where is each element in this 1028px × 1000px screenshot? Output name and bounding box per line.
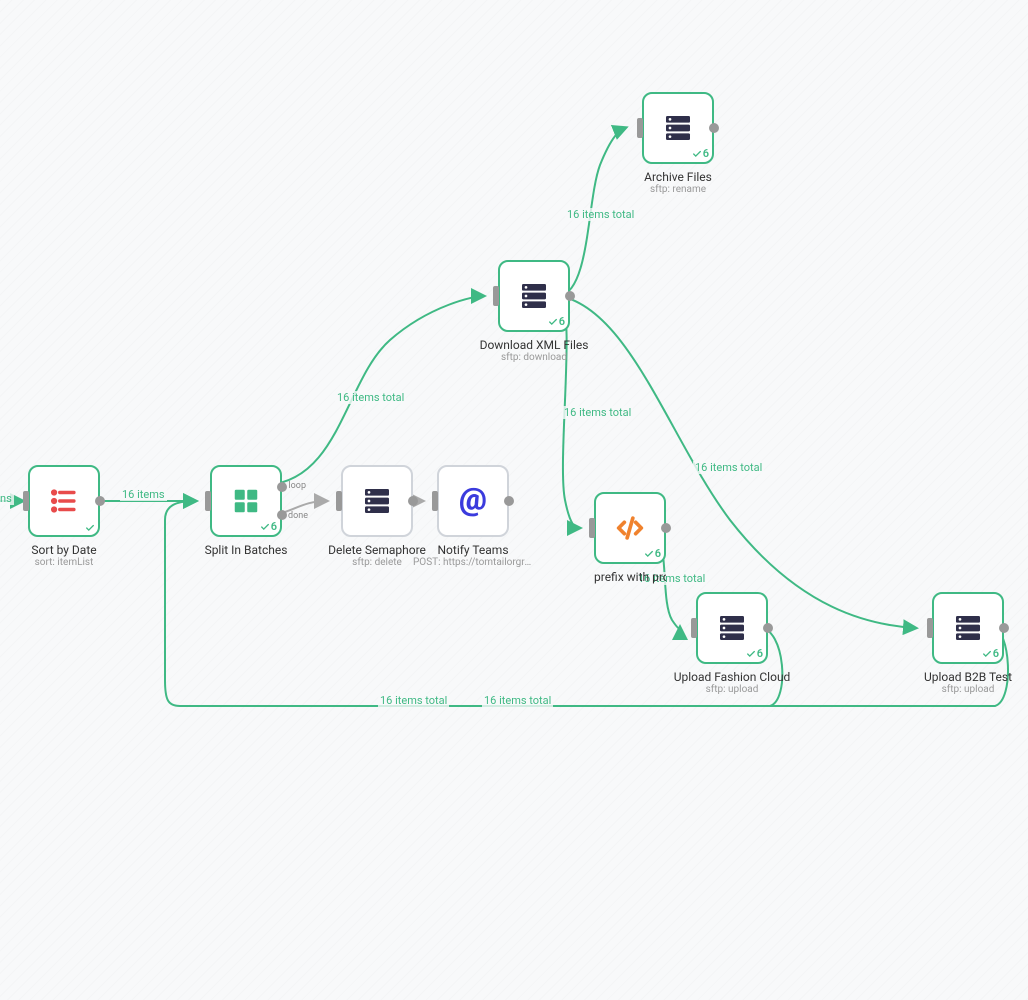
output-port[interactable]: [95, 496, 105, 506]
edge-label: 16 items total: [378, 694, 449, 707]
node-sort-by-date[interactable]: Sort by Date sort: itemList: [14, 465, 114, 568]
node-split-in-batches[interactable]: 6 loop done Split In Batches: [196, 465, 296, 557]
input-port[interactable]: [927, 618, 933, 638]
node-subtitle: sftp: download: [501, 352, 567, 363]
node-title: Upload B2B Test: [924, 670, 1012, 684]
node-subtitle: POST: https://tomtailorgrou…: [413, 557, 533, 568]
port-label: loop: [288, 481, 306, 491]
node-title: Download XML Files: [480, 338, 589, 352]
server-icon: [361, 485, 393, 517]
node-upload-fashion-cloud[interactable]: 6 Upload Fashion Cloud sftp: upload: [682, 592, 782, 695]
workflow-canvas[interactable]: ns 16 items 16 items total 16 items tota…: [0, 0, 1028, 1000]
output-port[interactable]: [763, 623, 773, 633]
input-port[interactable]: [205, 491, 211, 511]
server-icon: [518, 280, 550, 312]
server-icon: [662, 112, 694, 144]
input-port[interactable]: [493, 286, 499, 306]
input-port[interactable]: [336, 491, 342, 511]
edge-label: 16 items: [120, 488, 167, 501]
edge-label: ns: [0, 492, 14, 505]
node-title: Archive Files: [644, 170, 712, 184]
node-title: Delete Semaphore: [328, 543, 426, 557]
node-title: Split In Batches: [205, 543, 288, 557]
node-title: Notify Teams: [437, 543, 508, 557]
input-port[interactable]: [432, 491, 438, 511]
output-port[interactable]: [709, 123, 719, 133]
node-download-xml[interactable]: 6 Download XML Files sftp: download: [484, 260, 584, 363]
output-port[interactable]: [565, 291, 575, 301]
output-port[interactable]: [408, 496, 418, 506]
node-title: Sort by Date: [31, 543, 96, 557]
node-subtitle: sftp: upload: [706, 684, 759, 695]
node-title: Upload Fashion Cloud: [674, 670, 791, 684]
node-subtitle: sort: itemList: [35, 557, 94, 568]
at-icon: @: [456, 484, 490, 518]
edge-label: 16 items total: [562, 406, 633, 419]
input-port[interactable]: [637, 118, 643, 138]
input-port[interactable]: [23, 491, 29, 511]
node-subtitle: sftp: rename: [650, 184, 706, 195]
edge-label: 16 items total: [335, 391, 406, 404]
output-port[interactable]: [661, 523, 671, 533]
node-delete-semaphore[interactable]: Delete Semaphore sftp: delete: [327, 465, 427, 568]
port-label: done: [288, 511, 308, 521]
node-prefix-with-pro[interactable]: 6 prefix with pro: [580, 492, 680, 584]
node-title: prefix with pro: [594, 570, 666, 584]
node-subtitle: sftp: delete: [352, 557, 402, 568]
svg-text:@: @: [459, 484, 487, 518]
node-archive-files[interactable]: 6 Archive Files sftp: rename: [628, 92, 728, 195]
input-port[interactable]: [691, 618, 697, 638]
output-port-done[interactable]: [277, 510, 287, 520]
node-upload-b2b-test[interactable]: 6 Upload B2B Test sftp: upload: [918, 592, 1018, 695]
list-icon: [47, 484, 81, 518]
edge-label: 16 items total: [693, 461, 764, 474]
input-port[interactable]: [589, 518, 595, 538]
server-icon: [716, 612, 748, 644]
grid-icon: [231, 486, 261, 516]
node-subtitle: sftp: upload: [942, 684, 995, 695]
output-port-loop[interactable]: [277, 482, 287, 492]
code-icon: [613, 511, 647, 545]
output-port[interactable]: [999, 623, 1009, 633]
node-notify-teams[interactable]: @ Notify Teams POST: https://tomtailorgr…: [423, 465, 523, 568]
output-port[interactable]: [504, 496, 514, 506]
edge-label: 16 items total: [482, 694, 553, 707]
edge-label: 16 items total: [565, 208, 636, 221]
server-icon: [952, 612, 984, 644]
